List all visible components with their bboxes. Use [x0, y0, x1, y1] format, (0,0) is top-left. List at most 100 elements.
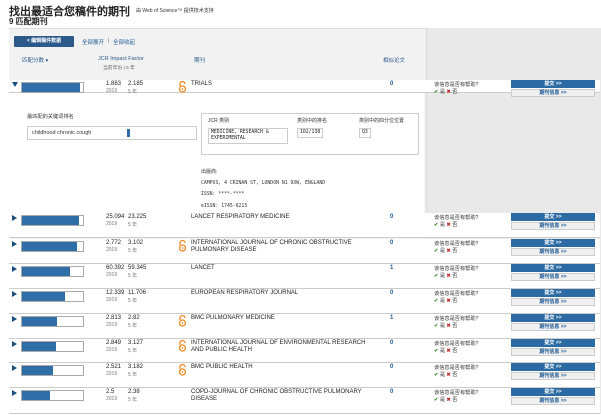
collapse-all-link[interactable]: 全部收起 — [113, 38, 135, 46]
expand-toggle-icon[interactable] — [12, 241, 17, 247]
check-icon[interactable]: ✔ — [434, 323, 438, 329]
similar-papers-count[interactable]: 0 — [390, 340, 393, 346]
if-year: 2019 — [106, 221, 118, 227]
check-icon[interactable]: ✔ — [434, 222, 438, 228]
x-icon[interactable]: ✖ — [446, 397, 450, 403]
match-score-bar — [21, 241, 84, 252]
no-option[interactable]: 否 — [452, 298, 457, 304]
expand-toggle-icon[interactable] — [12, 316, 17, 322]
journal-info-button[interactable]: 期刊信息 >> — [511, 89, 595, 97]
expand-toggle-icon[interactable] — [12, 215, 17, 221]
impact-factor: 25.094 — [106, 214, 125, 220]
impact-factor-5yr: 2.185 — [128, 81, 144, 87]
check-icon[interactable]: ✔ — [434, 248, 438, 254]
match-score-fill — [22, 342, 56, 351]
yes-option[interactable]: 是 — [440, 372, 445, 378]
yes-option[interactable]: 是 — [440, 298, 445, 304]
check-icon[interactable]: ✔ — [434, 273, 438, 279]
journal-info-button[interactable]: 期刊信息 >> — [511, 348, 595, 356]
submit-button[interactable]: 提交 >> — [511, 363, 595, 371]
submit-button[interactable]: 提交 >> — [511, 264, 595, 272]
journal-name[interactable]: BMC PULMONARY MEDICINE — [191, 315, 376, 322]
no-option[interactable]: 否 — [452, 323, 457, 329]
journal-name[interactable]: BMC PUBLIC HEALTH — [191, 364, 376, 371]
check-icon[interactable]: ✔ — [434, 397, 438, 403]
journal-info-button[interactable]: 期刊信息 >> — [511, 397, 595, 405]
journal-info-button[interactable]: 期刊信息 >> — [511, 298, 595, 306]
submit-button[interactable]: 提交 >> — [511, 339, 595, 347]
expand-toggle-icon[interactable] — [12, 266, 17, 272]
col-match-score[interactable]: 匹配分数 ▾ — [22, 56, 48, 64]
journal-name[interactable]: LANCET RESPIRATORY MEDICINE — [191, 214, 376, 221]
journal-name[interactable]: INTERNATIONAL JOURNAL OF CHRONIC OBSTRUC… — [191, 240, 376, 254]
submit-button[interactable]: 提交 >> — [511, 314, 595, 322]
match-score-bar — [21, 215, 84, 226]
yes-option[interactable]: 是 — [440, 248, 445, 254]
journal-row: 25.094 23.225 2019 5 年 LANCET RESPIRATORY ME… — [9, 213, 600, 238]
x-icon[interactable]: ✖ — [446, 222, 450, 228]
journal-info-button[interactable]: 期刊信息 >> — [511, 323, 595, 331]
yes-option[interactable]: 是 — [440, 323, 445, 329]
yes-option[interactable]: 是 — [440, 397, 445, 403]
submit-button[interactable]: 提交 >> — [511, 289, 595, 297]
feedback-options: ✔ 是 ✖ 否 — [434, 396, 457, 403]
submit-button[interactable]: 提交 >> — [511, 213, 595, 221]
jcr-quartile-value: Q3 — [359, 128, 371, 138]
journal-row: 2.5 2.38 2019 5 年 COPD-JOURNAL OF CHRONIC OB… — [9, 388, 600, 414]
journal-name[interactable]: COPD-JOURNAL OF CHRONIC OBSTRUCTIVE PULM… — [191, 389, 376, 403]
keyword-score-bar — [127, 129, 130, 137]
expand-toggle-icon[interactable] — [12, 365, 17, 371]
no-option[interactable]: 否 — [452, 89, 457, 95]
expand-toggle-icon[interactable] — [12, 390, 17, 396]
no-option[interactable]: 否 — [452, 273, 457, 279]
journal-info-button[interactable]: 期刊信息 >> — [511, 248, 595, 256]
submit-button[interactable]: 提交 >> — [511, 80, 595, 88]
keyword-box: childhood chronic cough — [27, 126, 197, 140]
expand-all-link[interactable]: 全部展开 — [82, 38, 104, 46]
journal-name[interactable]: EUROPEAN RESPIRATORY JOURNAL — [191, 290, 376, 297]
edit-manuscript-button[interactable]: < 编辑稿件数据 — [14, 36, 74, 47]
no-option[interactable]: 否 — [452, 397, 457, 403]
journal-name[interactable]: LANCET — [191, 265, 376, 272]
similar-papers-count[interactable]: 0 — [390, 214, 393, 220]
sort-arrow-icon: ▾ — [45, 58, 49, 64]
x-icon[interactable]: ✖ — [446, 248, 450, 254]
similar-papers-count[interactable]: 1 — [390, 315, 393, 321]
similar-papers-count[interactable]: 0 — [390, 81, 393, 87]
journal-name[interactable]: INTERNATIONAL JOURNAL OF ENVIRONMENTAL R… — [191, 340, 376, 354]
expand-toggle-icon[interactable] — [12, 291, 17, 297]
x-icon[interactable]: ✖ — [446, 323, 450, 329]
yes-option[interactable]: 是 — [440, 348, 445, 354]
no-option[interactable]: 否 — [452, 372, 457, 378]
x-icon[interactable]: ✖ — [446, 298, 450, 304]
similar-papers-count[interactable]: 0 — [390, 389, 393, 395]
submit-button[interactable]: 提交 >> — [511, 239, 595, 247]
x-icon[interactable]: ✖ — [446, 273, 450, 279]
check-icon[interactable]: ✔ — [434, 89, 438, 95]
journal-info-button[interactable]: 期刊信息 >> — [511, 222, 595, 230]
similar-papers-count[interactable]: 1 — [390, 265, 393, 271]
journal-info-button[interactable]: 期刊信息 >> — [511, 273, 595, 281]
similar-papers-count[interactable]: 0 — [390, 290, 393, 296]
similar-papers-count[interactable]: 0 — [390, 240, 393, 246]
yes-option[interactable]: 是 — [440, 273, 445, 279]
no-option[interactable]: 否 — [452, 348, 457, 354]
x-icon[interactable]: ✖ — [446, 348, 450, 354]
yes-option[interactable]: 是 — [440, 222, 445, 228]
yes-option[interactable]: 是 — [440, 89, 445, 95]
no-option[interactable]: 否 — [452, 222, 457, 228]
check-icon[interactable]: ✔ — [434, 348, 438, 354]
check-icon[interactable]: ✔ — [434, 372, 438, 378]
journal-name[interactable]: TRIALS — [191, 81, 376, 88]
x-icon[interactable]: ✖ — [446, 89, 450, 95]
toolbar-separator: | — [108, 38, 110, 44]
expand-toggle-icon[interactable] — [12, 341, 17, 347]
similar-papers-count[interactable]: 0 — [390, 364, 393, 370]
check-icon[interactable]: ✔ — [434, 298, 438, 304]
feedback-question: 该信息是否有帮助? — [434, 341, 479, 347]
journal-info-button[interactable]: 期刊信息 >> — [511, 372, 595, 380]
no-option[interactable]: 否 — [452, 248, 457, 254]
x-icon[interactable]: ✖ — [446, 372, 450, 378]
submit-button[interactable]: 提交 >> — [511, 388, 595, 396]
collapse-toggle-icon[interactable] — [12, 82, 18, 87]
